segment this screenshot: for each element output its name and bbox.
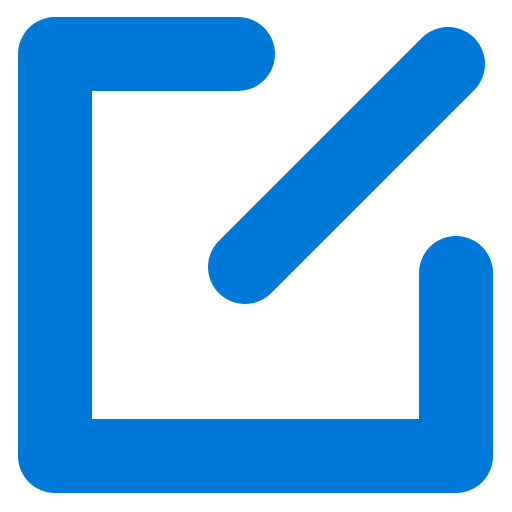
edit-icon	[0, 0, 512, 512]
icon-canvas	[0, 0, 512, 512]
